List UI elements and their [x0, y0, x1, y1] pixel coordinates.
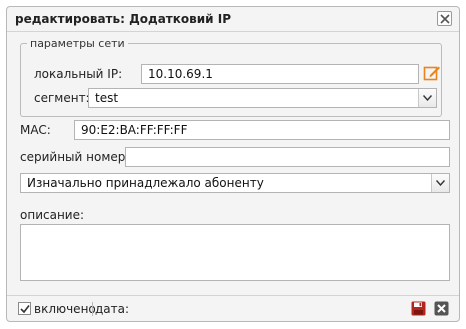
ownership-value: Изначально принадлежало абоненту: [27, 176, 264, 190]
segment-value: test: [95, 91, 119, 105]
dialog-titlebar: редактировать: Додатковий IP: [7, 7, 459, 32]
checkmark-icon: [20, 305, 30, 314]
mac-input[interactable]: 90:E2:BA:FF:FF:FF: [74, 120, 450, 140]
pencil-edit-icon[interactable]: [423, 64, 441, 82]
segment-dropdown-arrow[interactable]: [418, 89, 436, 107]
close-button[interactable]: [437, 11, 452, 26]
edit-ip-dialog: редактировать: Додатковий IP параметры с…: [6, 6, 460, 322]
segment-label: сегмент:: [34, 91, 90, 105]
enabled-checkbox[interactable]: [18, 302, 31, 315]
delete-icon: [434, 301, 449, 316]
description-textarea[interactable]: [20, 224, 450, 281]
segment-select[interactable]: test: [88, 88, 437, 108]
chevron-down-icon: [423, 95, 432, 101]
ownership-select[interactable]: Изначально принадлежало абоненту: [20, 173, 450, 193]
ownership-dropdown-arrow[interactable]: [431, 174, 449, 192]
serial-number-input[interactable]: [125, 147, 450, 167]
network-params-legend: параметры сети: [27, 37, 128, 50]
description-label: описание:: [20, 208, 85, 222]
chevron-down-icon: [436, 180, 445, 186]
local-ip-input[interactable]: 10.10.69.1: [141, 64, 419, 84]
save-button[interactable]: [411, 301, 426, 316]
enabled-label: включено: [34, 302, 96, 316]
close-icon: [440, 14, 450, 24]
dialog-footer: включено дата:: [7, 295, 459, 321]
footer-divider: [92, 302, 93, 316]
mac-label: MAC:: [20, 123, 51, 137]
serial-number-label: серийный номер:: [20, 150, 130, 164]
dialog-title: редактировать: Додатковий IP: [15, 12, 231, 26]
save-icon: [411, 301, 426, 316]
local-ip-label: локальный IP:: [34, 67, 123, 81]
delete-button[interactable]: [434, 301, 449, 316]
date-label: дата:: [95, 302, 130, 316]
